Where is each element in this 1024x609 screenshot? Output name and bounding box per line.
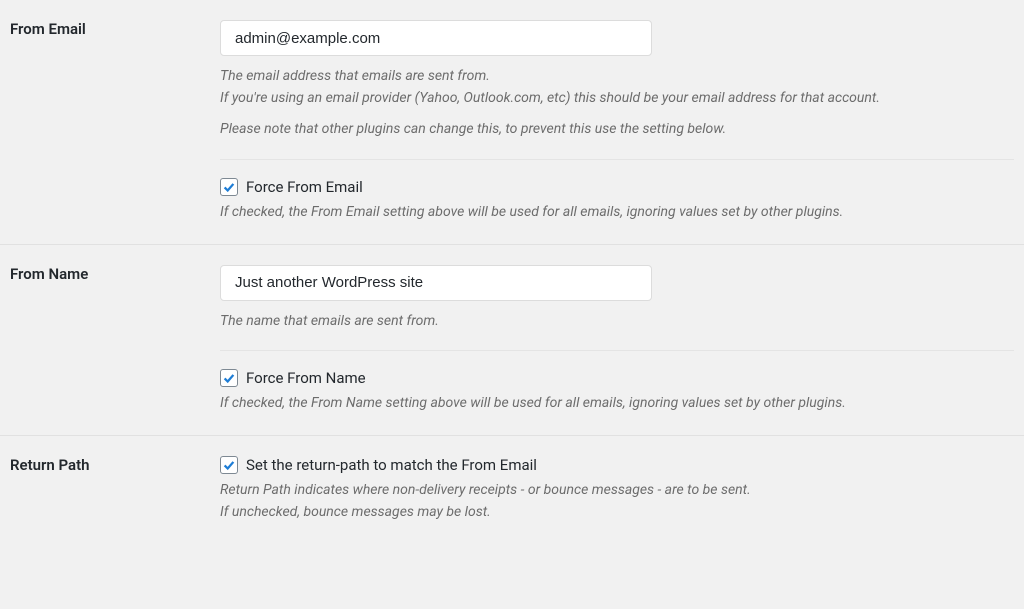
force-from-name-desc: If checked, the From Name setting above … (220, 393, 1014, 415)
force-from-name-label: Force From Name (246, 369, 366, 387)
return-path-checkbox[interactable]: Set the return-path to match the From Em… (220, 456, 1014, 474)
from-name-label: From Name (10, 265, 88, 283)
force-from-email-desc: If checked, the From Email setting above… (220, 202, 1014, 224)
from-name-row: From Name The name that emails are sent … (0, 244, 1024, 435)
force-from-email-label: Force From Email (246, 178, 363, 196)
from-name-desc: The name that emails are sent from. (220, 311, 1014, 333)
from-email-plugin-note: Please note that other plugins can chang… (220, 119, 1014, 141)
return-path-check-label: Set the return-path to match the From Em… (246, 456, 537, 474)
return-path-row: Return Path Set the return-path to match… (0, 436, 1024, 544)
force-from-email-checkbox[interactable]: Force From Email (220, 178, 1014, 196)
from-name-input[interactable] (220, 265, 652, 301)
from-email-input[interactable] (220, 20, 652, 56)
checkmark-icon (220, 178, 238, 196)
from-email-desc: The email address that emails are sent f… (220, 66, 1014, 109)
from-email-label: From Email (10, 20, 86, 38)
from-email-row: From Email The email address that emails… (0, 0, 1024, 244)
return-path-label: Return Path (10, 456, 90, 474)
checkmark-icon (220, 456, 238, 474)
checkmark-icon (220, 369, 238, 387)
return-path-desc: Return Path indicates where non-delivery… (220, 480, 1014, 523)
force-from-name-checkbox[interactable]: Force From Name (220, 369, 1014, 387)
